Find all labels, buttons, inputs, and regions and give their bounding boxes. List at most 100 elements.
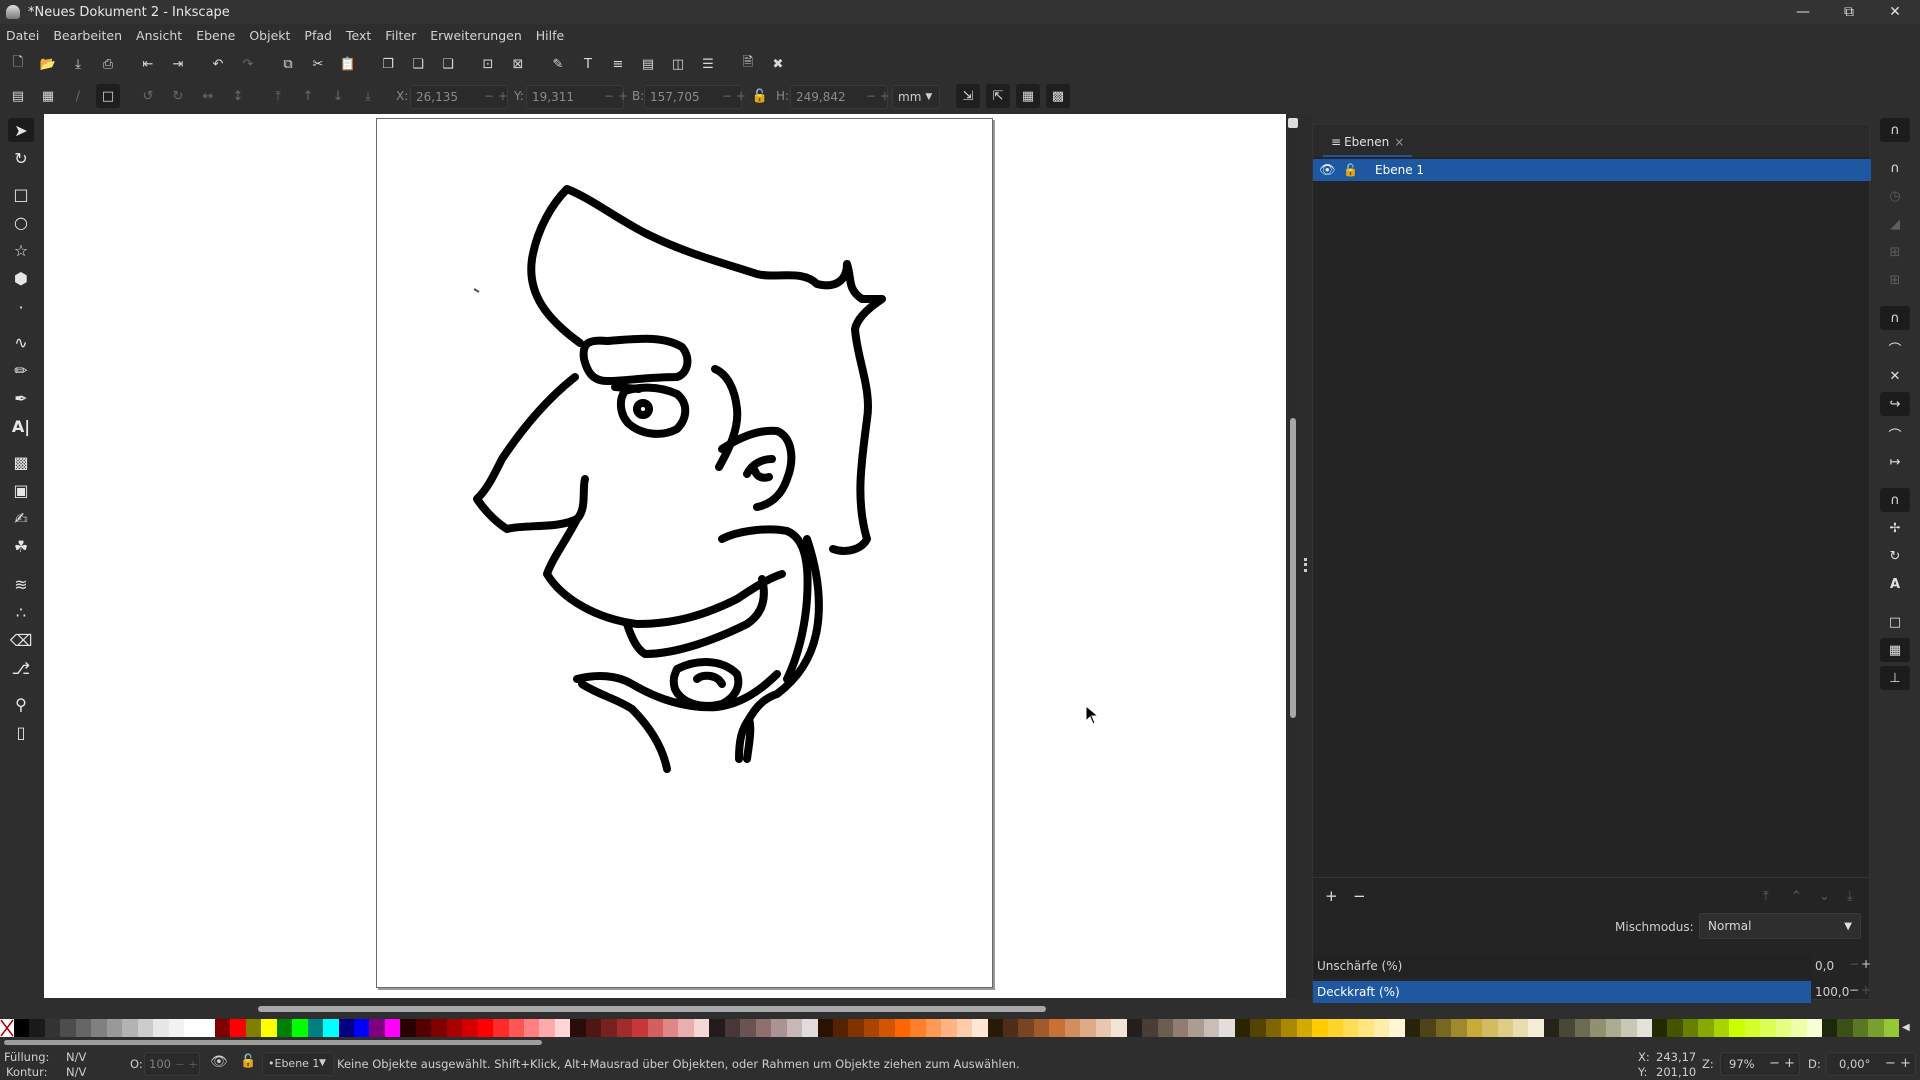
spiral-tool[interactable]: ٠ xyxy=(8,294,34,318)
color-swatch[interactable] xyxy=(353,1019,370,1037)
zoom-stepper[interactable]: − + xyxy=(1769,1056,1795,1071)
color-swatch[interactable] xyxy=(245,1019,262,1037)
color-swatch[interactable] xyxy=(817,1019,834,1037)
color-swatch[interactable] xyxy=(1080,1019,1096,1037)
color-swatch[interactable] xyxy=(384,1019,401,1037)
clone-icon[interactable]: ❏ xyxy=(406,52,430,76)
color-swatch[interactable] xyxy=(1281,1019,1297,1037)
transform-patterns-icon[interactable]: ▩ xyxy=(1046,84,1070,108)
menu-bearbeiten[interactable]: Bearbeiten xyxy=(53,28,122,43)
color-swatch[interactable] xyxy=(910,1019,926,1037)
node-tool[interactable]: ↻ xyxy=(8,146,34,170)
blend-mode-select[interactable]: Normal ▼ xyxy=(1699,913,1861,939)
color-swatch[interactable] xyxy=(1590,1019,1606,1037)
blur-slider[interactable]: Unschärfe (%) xyxy=(1313,955,1811,977)
color-swatch[interactable] xyxy=(29,1019,45,1037)
opacity-slider[interactable]: Deckkraft (%) xyxy=(1313,981,1811,1003)
color-swatch[interactable] xyxy=(663,1019,679,1037)
color-swatch[interactable] xyxy=(137,1019,154,1037)
color-swatch[interactable] xyxy=(1342,1019,1359,1037)
color-swatch[interactable] xyxy=(508,1019,524,1037)
snap-toggle-icon[interactable]: ∩ xyxy=(1880,118,1910,142)
duplicate-icon[interactable]: ❐ xyxy=(376,52,400,76)
color-swatch[interactable] xyxy=(1667,1019,1683,1037)
spray-tool[interactable]: ∴ xyxy=(8,600,34,624)
color-swatch[interactable] xyxy=(1312,1019,1328,1037)
color-swatch[interactable] xyxy=(1296,1019,1313,1037)
fill-stroke-icon[interactable]: ✎ xyxy=(546,52,570,76)
color-swatch[interactable] xyxy=(616,1019,633,1037)
color-swatch[interactable] xyxy=(1512,1019,1529,1037)
menu-filter[interactable]: Filter xyxy=(385,28,416,43)
color-swatch[interactable] xyxy=(1621,1019,1637,1037)
eye-visible-icon[interactable]: 👁 xyxy=(1319,163,1336,178)
snap-bbox-edges-icon[interactable]: ◷ xyxy=(1880,184,1910,208)
color-swatch[interactable] xyxy=(863,1019,880,1037)
close-tab-icon[interactable]: × xyxy=(1394,135,1404,149)
menu-text[interactable]: Text xyxy=(346,28,371,43)
snap-others-icon[interactable]: ∩ xyxy=(1880,488,1910,512)
connector-tool[interactable]: ⎇ xyxy=(8,656,34,680)
color-swatch[interactable] xyxy=(400,1019,416,1037)
color-swatch[interactable] xyxy=(60,1019,76,1037)
open-icon[interactable]: 📂 xyxy=(36,52,60,76)
width-stepper[interactable]: − + xyxy=(722,89,746,103)
color-swatch[interactable] xyxy=(647,1019,664,1037)
snap-grid-icon[interactable]: ▦ xyxy=(1880,638,1910,662)
snap-intersections-icon[interactable]: ✕ xyxy=(1880,364,1910,388)
stroke-value[interactable]: N/V xyxy=(66,1065,86,1079)
menu-ebene[interactable]: Ebene xyxy=(196,28,235,43)
cut-icon[interactable]: ✂ xyxy=(306,52,330,76)
color-swatch[interactable] xyxy=(632,1019,648,1037)
lower-icon[interactable]: ↓ xyxy=(326,84,350,108)
color-swatch[interactable] xyxy=(106,1019,123,1037)
snap-smooth-nodes-icon[interactable]: ⌒ xyxy=(1880,422,1910,446)
snap-bbox-centers-icon[interactable]: ⊞ xyxy=(1880,268,1910,292)
canvas[interactable] xyxy=(44,114,1286,998)
color-swatch[interactable] xyxy=(1837,1019,1853,1037)
gradient-tool[interactable]: ▩ xyxy=(8,450,34,474)
drag-handle-icon[interactable] xyxy=(1304,558,1307,572)
rotate-ccw-icon[interactable]: ↺ xyxy=(136,84,160,108)
menu-objekt[interactable]: Objekt xyxy=(249,28,290,43)
color-swatch[interactable] xyxy=(1652,1019,1668,1037)
selector-tool[interactable]: ➤ xyxy=(8,118,34,142)
vertical-scrollbar[interactable] xyxy=(1290,418,1296,718)
3dbox-tool[interactable]: ⬢ xyxy=(8,266,34,290)
color-swatch[interactable] xyxy=(1435,1019,1452,1037)
snap-cusp-nodes-icon[interactable]: ↪ xyxy=(1880,392,1910,416)
color-swatch[interactable] xyxy=(709,1019,725,1037)
color-swatch[interactable] xyxy=(724,1019,741,1037)
color-swatch[interactable] xyxy=(1822,1019,1838,1037)
menu-erweiterungen[interactable]: Erweiterungen xyxy=(430,28,522,43)
opacity-stepper[interactable]: − + xyxy=(175,1057,198,1071)
calligraphy-tool[interactable]: ✒ xyxy=(8,386,34,410)
layers-icon[interactable]: ≡ xyxy=(606,52,630,76)
color-swatch[interactable] xyxy=(415,1019,432,1037)
color-swatch[interactable] xyxy=(1729,1019,1745,1037)
color-swatch[interactable] xyxy=(1049,1019,1065,1037)
color-swatch[interactable] xyxy=(1528,1019,1544,1037)
select-all-layers-icon[interactable]: ▦ xyxy=(36,84,60,108)
opacity-field[interactable]: 100 − + xyxy=(144,1052,200,1076)
lock-open-icon[interactable]: 🔓 xyxy=(240,1054,256,1069)
tweak-tool[interactable]: ≋ xyxy=(8,572,34,596)
snap-guide-icon[interactable]: ⊥ xyxy=(1880,666,1910,690)
color-swatch[interactable] xyxy=(493,1019,509,1037)
color-swatch[interactable] xyxy=(1605,1019,1622,1037)
menu-hilfe[interactable]: Hilfe xyxy=(536,28,564,43)
color-swatch[interactable] xyxy=(1852,1019,1869,1037)
lower-to-bottom-icon[interactable]: ⤓ xyxy=(356,84,380,108)
color-swatch[interactable] xyxy=(1543,1019,1560,1037)
palette-menu-icon[interactable]: ◀ xyxy=(1902,1022,1910,1033)
color-swatch[interactable] xyxy=(323,1019,339,1037)
color-swatch[interactable] xyxy=(338,1019,354,1037)
export-icon[interactable]: ⇥ xyxy=(166,52,190,76)
color-swatch[interactable] xyxy=(1358,1019,1374,1037)
color-swatch[interactable] xyxy=(1095,1019,1112,1037)
color-swatch[interactable] xyxy=(1775,1019,1792,1037)
page-indicator-icon[interactable] xyxy=(1288,118,1298,128)
close-button[interactable]: ✕ xyxy=(1872,0,1918,24)
snap-bbox-midpoints-icon[interactable]: ⊞ xyxy=(1880,240,1910,264)
color-swatch[interactable] xyxy=(75,1019,92,1037)
